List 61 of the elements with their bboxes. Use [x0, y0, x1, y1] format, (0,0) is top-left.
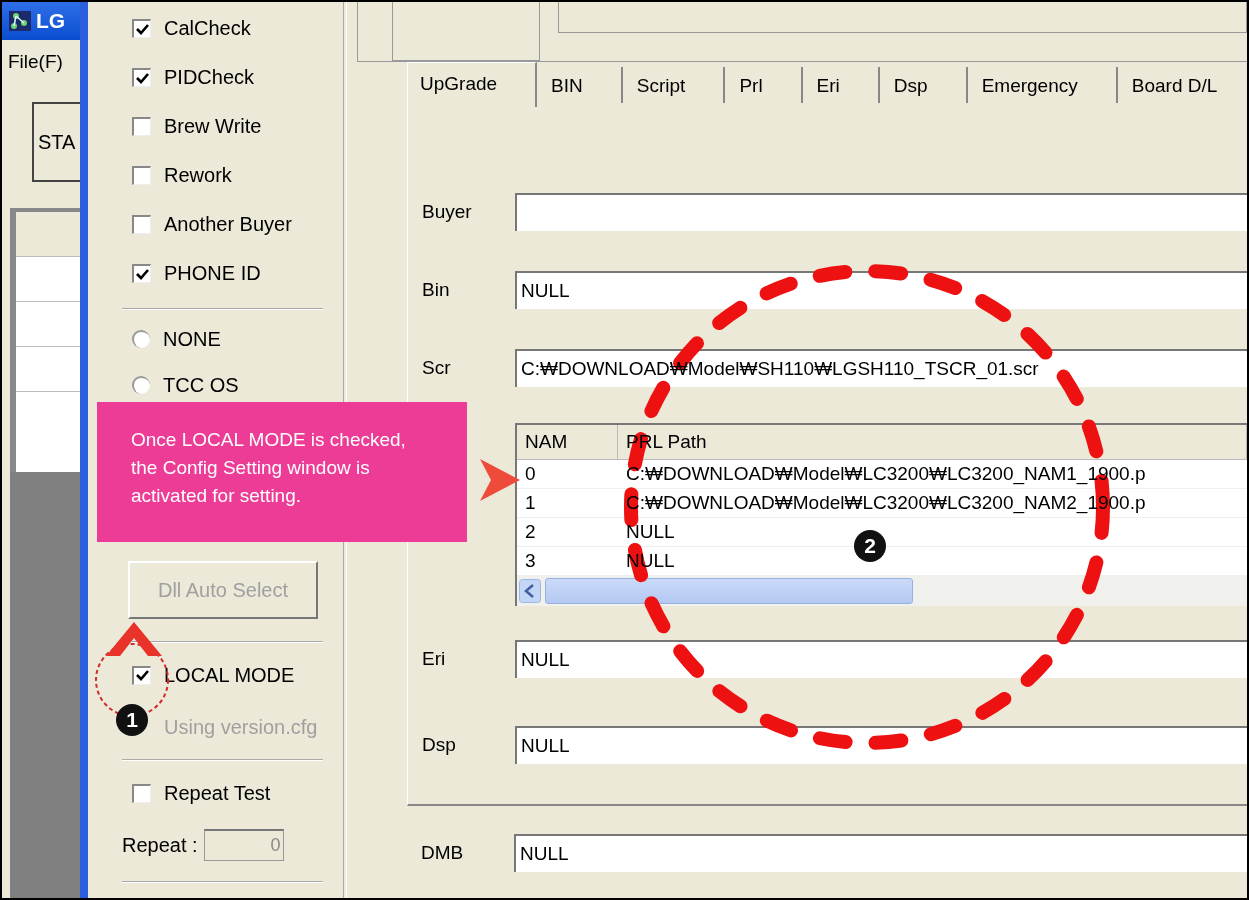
- table-cell-text: 0: [524, 462, 537, 486]
- tab[interactable]: Prl: [727, 67, 803, 103]
- text-field[interactable]: C:₩DOWNLOAD₩Model₩SH110₩LGSH110_TSCR_01.scr: [515, 349, 1247, 387]
- right-chevron-icon: [478, 457, 522, 503]
- text-field[interactable]: NULL: [515, 726, 1247, 764]
- tab[interactable]: Eri: [804, 67, 880, 103]
- radio-button[interactable]: [132, 376, 150, 394]
- text-field[interactable]: NULL: [515, 640, 1247, 678]
- tab[interactable]: Dsp: [881, 67, 968, 103]
- tab[interactable]: UpGrade: [407, 62, 538, 107]
- menu-item[interactable]: File(F): [8, 51, 63, 73]
- field-label: Bin: [421, 279, 451, 301]
- checkbox[interactable]: [132, 117, 151, 136]
- checkbox[interactable]: [132, 665, 151, 685]
- table-cell-text: C:₩DOWNLOAD₩Model₩LC3200₩LC3200_NAM1_1900.p: [625, 462, 1147, 487]
- checkbox-label: Using version.cfg: [164, 715, 318, 739]
- tab[interactable]: Emergency: [969, 67, 1118, 103]
- start-button[interactable]: STA: [32, 102, 80, 182]
- checkbox[interactable]: [132, 783, 151, 803]
- field-label: DMB: [420, 842, 465, 864]
- field-label: Buyer: [421, 201, 473, 223]
- text-field[interactable]: [515, 193, 1247, 231]
- up-chevron-icon: [104, 620, 164, 658]
- field-label: Eri: [421, 648, 447, 670]
- radio-button[interactable]: [132, 330, 150, 348]
- checkbox[interactable]: [132, 166, 151, 185]
- window-title: LG: [36, 9, 66, 33]
- scroll-thumb[interactable]: [545, 578, 913, 604]
- app-icon: [8, 10, 32, 32]
- top-field[interactable]: [558, 2, 1247, 33]
- checkbox[interactable]: [132, 264, 151, 283]
- callout-tooltip: Once LOCAL MODE is checked, the Config Setting window is activated for setting.: [97, 402, 467, 542]
- radio-label: NONE: [163, 327, 221, 351]
- table-cell-text: 2: [524, 520, 537, 544]
- checkbox-label: PHONE ID: [164, 262, 261, 285]
- table-cell-text: 3: [524, 549, 537, 573]
- column-header[interactable]: NAM: [517, 425, 618, 459]
- checkbox-label: Rework: [164, 164, 232, 187]
- tab[interactable]: Board D/L: [1119, 67, 1247, 103]
- checkbox-label: CalCheck: [164, 17, 251, 40]
- top-button[interactable]: [392, 2, 540, 61]
- checkbox[interactable]: [132, 68, 151, 87]
- checkbox-label: Repeat Test: [164, 781, 271, 805]
- checkbox-label: Brew Write: [164, 115, 262, 138]
- horizontal-scrollbar[interactable]: [517, 576, 1247, 606]
- checkbox-label: Another Buyer: [164, 213, 292, 236]
- checkbox-label: PIDCheck: [164, 66, 255, 89]
- checkbox[interactable]: [132, 19, 151, 38]
- table-cell-text: NULL: [625, 520, 676, 544]
- checkbox-label: LOCAL MODE: [164, 663, 295, 687]
- field-label: Scr: [421, 357, 452, 379]
- checkbox[interactable]: [132, 215, 151, 234]
- tab[interactable]: Script: [624, 67, 726, 103]
- radio-label: TCC OS: [163, 373, 239, 397]
- text-field[interactable]: NULL: [514, 834, 1247, 872]
- table-cell-text: 1: [524, 491, 537, 515]
- tab[interactable]: BIN: [539, 67, 623, 103]
- number-badge: 1: [116, 704, 148, 736]
- field-label: Repeat :: [122, 833, 198, 857]
- text-field[interactable]: NULL: [515, 271, 1247, 309]
- field-label: Dsp: [421, 734, 457, 756]
